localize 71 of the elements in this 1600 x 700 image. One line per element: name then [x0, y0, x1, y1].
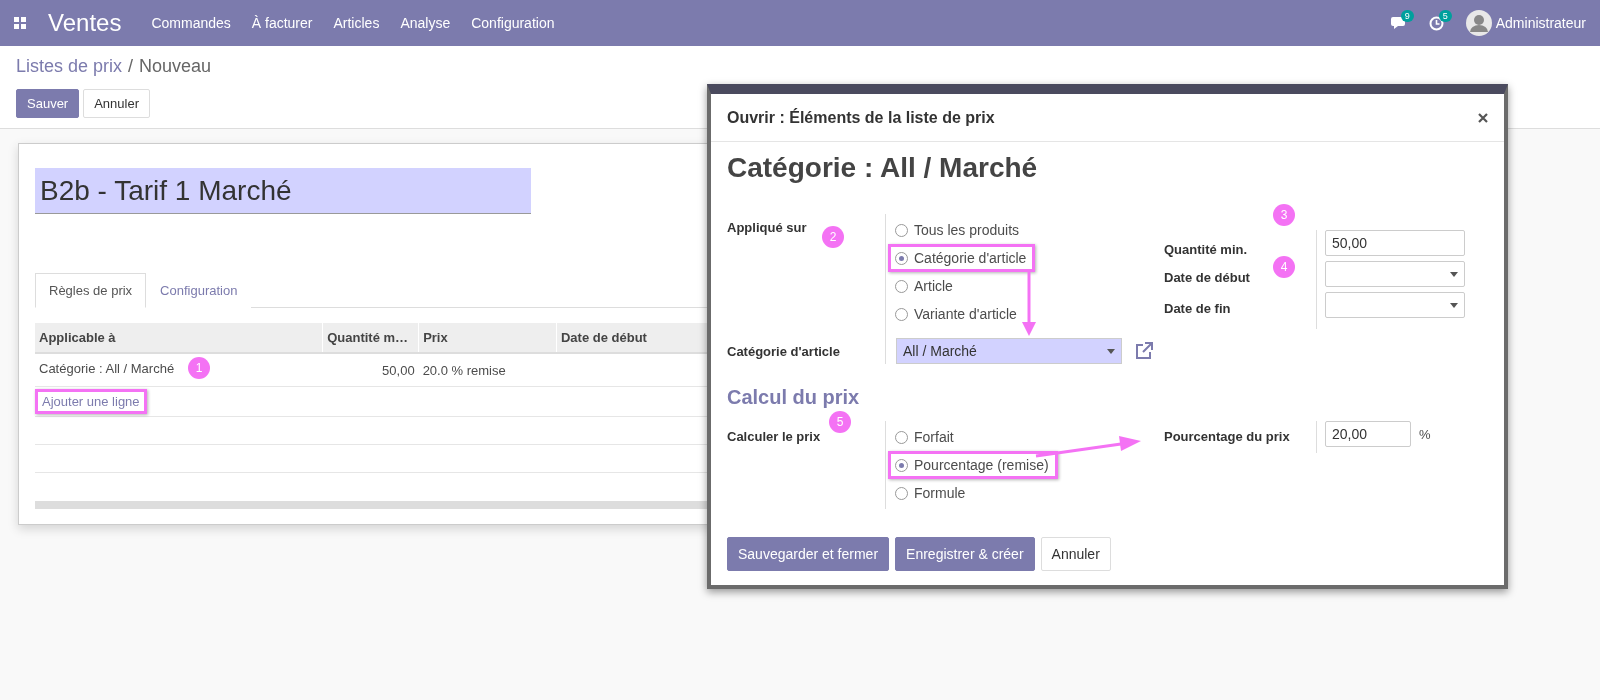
highlight-frame[interactable]: Catégorie d'article — [888, 244, 1036, 272]
quantity-field[interactable]: 50,00 — [1325, 230, 1465, 256]
field-label: Quantité min. — [1164, 242, 1248, 257]
activity-count-badge: 5 — [1438, 9, 1452, 22]
tab[interactable]: Règles de prix — [35, 273, 147, 308]
radio-option[interactable]: Article — [888, 272, 962, 300]
name-field[interactable]: B2b - Tarif 1 Marché — [35, 168, 531, 214]
message-count-badge: 9 — [1400, 10, 1414, 22]
step-marker: 2 — [822, 226, 844, 248]
section-title: Calcul du prix — [726, 385, 861, 410]
breadcrumb-current: Nouveau — [139, 56, 212, 77]
caret-icon — [1107, 348, 1115, 354]
option-label: Article — [914, 278, 953, 294]
column-header[interactable]: Prix — [418, 323, 557, 353]
option-label: Forfait — [914, 429, 954, 445]
clock-icon[interactable] — [1428, 15, 1444, 31]
option-label: Catégorie d'article — [914, 250, 1027, 266]
menu-item[interactable]: Articles — [333, 15, 380, 31]
option-label: Pourcentage (remise) — [914, 457, 1049, 473]
dialog-title: Ouvrir : Éléments de la liste de prix — [727, 108, 995, 127]
field-label: Catégorie d'article — [727, 344, 840, 359]
user-name[interactable]: Administrateur — [1495, 15, 1586, 31]
table-cell: 50,00 — [322, 353, 419, 387]
save-button[interactable]: Sauver — [16, 89, 80, 118]
menu-item[interactable]: Commandes — [151, 15, 231, 31]
radio-option[interactable]: Forfait — [888, 423, 963, 451]
category-select[interactable]: All / Marché — [896, 338, 1122, 364]
caret-icon — [1450, 271, 1458, 277]
close-icon[interactable] — [1478, 112, 1488, 123]
option-label: Tous les produits — [914, 222, 1020, 238]
step-marker: 4 — [1273, 256, 1295, 278]
add-line-link[interactable]: Ajouter une ligne — [35, 389, 147, 414]
radio-option[interactable]: Variante d'article — [888, 300, 1026, 328]
chat-bubble-icon[interactable] — [1390, 16, 1407, 30]
menu-item[interactable]: Analyse — [400, 15, 451, 31]
radio-option[interactable]: Formule — [888, 479, 975, 507]
date-field[interactable] — [1325, 292, 1465, 318]
cell-text: Catégorie : All / Marché — [39, 361, 175, 377]
annotation-arrow — [1022, 272, 1036, 336]
radio-option[interactable]: Tous les produits — [888, 216, 1029, 244]
app-title: Ventes — [48, 9, 122, 37]
menu-item[interactable]: À facturer — [251, 15, 313, 31]
save-button[interactable]: Sauvegarder et fermer — [727, 537, 890, 571]
option-label: Variante d'article — [914, 306, 1017, 322]
avatar-icon[interactable] — [1465, 10, 1492, 36]
caret-icon — [1450, 302, 1458, 308]
field-label: Date de début — [1164, 270, 1250, 285]
field-label: Date de fin — [1164, 301, 1231, 316]
menu-item[interactable]: Configuration — [471, 15, 555, 31]
record-heading: Catégorie : All / Marché — [726, 151, 1039, 185]
external-link-icon[interactable] — [1134, 341, 1154, 361]
option-label: Formule — [914, 485, 966, 501]
unit-label: % — [1419, 426, 1431, 444]
step-marker: 5 — [829, 411, 851, 433]
save-button[interactable]: Enregistrer & créer — [895, 537, 1035, 571]
field-label: Calculer le prix — [727, 429, 821, 444]
step-marker: 1 — [188, 357, 211, 379]
percentage-field[interactable]: 20,00 — [1325, 421, 1411, 447]
apps-grid-icon[interactable] — [14, 17, 26, 29]
cancel-button[interactable]: Annuler — [83, 89, 150, 118]
column-header[interactable]: Applicable à — [35, 323, 323, 353]
highlight-frame[interactable]: Pourcentage (remise) — [888, 451, 1058, 479]
breadcrumb-link[interactable]: Listes de prix — [16, 56, 123, 77]
step-marker: 3 — [1273, 204, 1295, 226]
date-field[interactable] — [1325, 261, 1465, 287]
field-label: Pourcentage du prix — [1164, 429, 1290, 444]
table-cell: 20.0 % remise — [418, 353, 557, 387]
column-header[interactable]: Quantité m… — [322, 323, 419, 353]
field-label: Appliqué sur — [727, 220, 807, 235]
cancel-button[interactable]: Annuler — [1040, 537, 1111, 571]
breadcrumb-separator: / — [128, 56, 134, 77]
